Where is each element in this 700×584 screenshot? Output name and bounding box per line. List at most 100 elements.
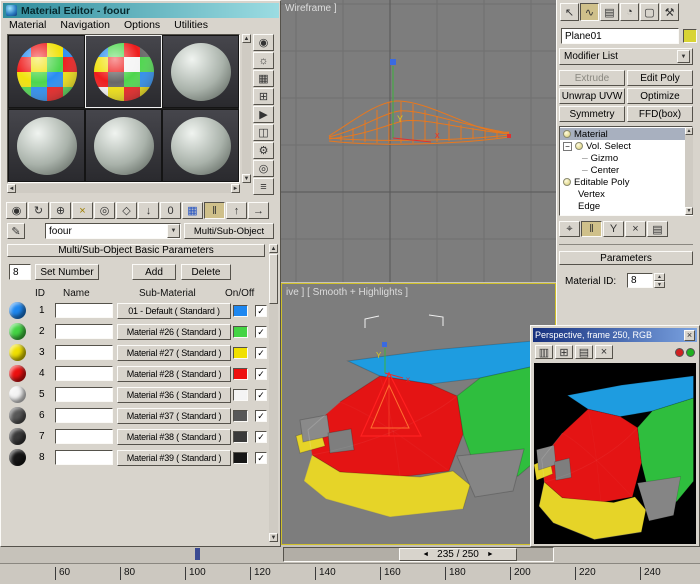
material-sphere-swatch[interactable]	[9, 323, 26, 340]
sample-slot-3[interactable]	[162, 35, 239, 108]
put-material-to-scene-icon[interactable]: ↻	[28, 202, 49, 219]
stack-item-edge[interactable]: Edge	[560, 200, 692, 212]
material-onoff-checkbox[interactable]: ✓	[255, 452, 267, 464]
sub-material-button[interactable]: Material #28 ( Standard )	[117, 366, 231, 382]
material-sphere-swatch[interactable]	[9, 386, 26, 403]
sub-material-button[interactable]: Material #38 ( Standard )	[117, 429, 231, 445]
material-color-swatch[interactable]	[233, 452, 248, 464]
material-color-swatch[interactable]	[233, 410, 248, 422]
stack-item-gizmo[interactable]: ─ Gizmo	[560, 152, 692, 164]
stack-item-material[interactable]: Material	[560, 128, 692, 140]
options-icon[interactable]: ⚙	[253, 142, 274, 159]
show-end-result-icon[interactable]: ‖	[581, 221, 602, 237]
sub-material-button[interactable]: Material #37 ( Standard )	[117, 408, 231, 424]
make-unique-icon[interactable]: Y	[603, 221, 624, 237]
material-id-field[interactable]: 8	[627, 273, 653, 288]
material-sphere-swatch[interactable]	[9, 407, 26, 424]
go-to-parent-icon[interactable]: ↑	[226, 202, 247, 219]
delete-button[interactable]: Delete	[181, 264, 231, 280]
material-name-input[interactable]	[55, 408, 113, 423]
material-sphere-swatch[interactable]	[9, 428, 26, 445]
modifier-button-extrude[interactable]: Extrude	[559, 70, 625, 86]
track-bar[interactable]: 60 80 100 120 140 160 180 200 220 240	[0, 563, 700, 584]
material-onoff-checkbox[interactable]: ✓	[255, 368, 267, 380]
material-onoff-checkbox[interactable]: ✓	[255, 347, 267, 359]
next-frame-icon[interactable]: ►	[487, 551, 494, 558]
assign-material-to-selection-icon[interactable]: ⊕	[50, 202, 71, 219]
backlight-icon[interactable]: ☼	[253, 52, 274, 69]
stack-item-vol-select[interactable]: − Vol. Select	[560, 140, 692, 152]
modifier-button-ffd-box[interactable]: FFD(box)	[627, 106, 693, 122]
scrollbar-thumb[interactable]	[269, 254, 278, 304]
bulb-icon[interactable]	[563, 130, 571, 138]
material-editor-titlebar[interactable]: Material Editor - foour	[3, 3, 279, 18]
remove-modifier-icon[interactable]: ×	[625, 221, 646, 237]
object-name-field[interactable]: Plane01	[561, 28, 679, 44]
configure-modifier-sets-icon[interactable]: ▤	[647, 221, 668, 237]
bulb-icon[interactable]	[575, 142, 583, 150]
slots-vertical-scrollbar[interactable]: ▲ ▼	[242, 34, 251, 183]
green-channel-icon[interactable]	[686, 347, 695, 357]
material-count-field[interactable]: 8	[9, 264, 31, 280]
timeline-key[interactable]	[195, 548, 200, 560]
material-onoff-checkbox[interactable]: ✓	[255, 326, 267, 338]
tab-create[interactable]: ↖	[560, 3, 579, 21]
material-color-swatch[interactable]	[233, 368, 248, 380]
material-name-input[interactable]	[55, 387, 113, 402]
sample-type-icon[interactable]: ◉	[253, 34, 274, 51]
scroll-left-icon[interactable]: ◄	[7, 184, 16, 193]
scroll-down-icon[interactable]: ▼	[269, 533, 278, 542]
material-name-input[interactable]	[55, 324, 113, 339]
material-name-input[interactable]	[55, 366, 113, 381]
material-onoff-checkbox[interactable]: ✓	[255, 305, 267, 317]
save-image-icon[interactable]: ▥	[535, 345, 553, 359]
show-map-in-viewport-icon[interactable]: ▦	[182, 202, 203, 219]
render-window-titlebar[interactable]: Perspective, frame 250, RGB ×	[533, 328, 697, 342]
stack-item-center[interactable]: ─ Center	[560, 164, 692, 176]
menu-options[interactable]: Options	[124, 19, 160, 31]
sub-material-button[interactable]: Material #26 ( Standard )	[117, 324, 231, 340]
stack-item-vertex[interactable]: Vertex	[560, 188, 692, 200]
put-to-library-icon[interactable]: ↓	[138, 202, 159, 219]
sub-material-button[interactable]: Material #36 ( Standard )	[117, 387, 231, 403]
modifier-button-edit-poly[interactable]: Edit Poly	[627, 70, 693, 86]
scroll-up-icon[interactable]: ▲	[269, 244, 278, 253]
material-sphere-swatch[interactable]	[9, 302, 26, 319]
tab-display[interactable]: ▢	[640, 3, 659, 21]
modifier-button-optimize[interactable]: Optimize	[627, 88, 693, 104]
material-name-input[interactable]	[55, 303, 113, 318]
pick-material-eyedropper-icon[interactable]: ✎	[7, 223, 25, 239]
make-preview-icon[interactable]: ◫	[253, 124, 274, 141]
parameters-rollout-header[interactable]: Parameters	[559, 251, 693, 265]
modifier-button-unwrap-uvw[interactable]: Unwrap UVW	[559, 88, 625, 104]
pin-stack-icon[interactable]: ⌖	[559, 221, 580, 237]
tab-utilities[interactable]: ⚒	[660, 3, 679, 21]
scroll-down-icon[interactable]: ▼	[685, 207, 693, 215]
print-image-icon[interactable]: ▤	[575, 345, 593, 359]
stack-scrollbar[interactable]: ▲ ▼	[685, 127, 693, 215]
material-color-swatch[interactable]	[233, 389, 248, 401]
close-icon[interactable]: ×	[684, 329, 695, 341]
material-sphere-swatch[interactable]	[9, 365, 26, 382]
sub-material-button[interactable]: Material #39 ( Standard )	[117, 450, 231, 466]
red-channel-icon[interactable]	[675, 347, 684, 357]
prev-frame-icon[interactable]: ◄	[422, 551, 429, 558]
make-unique-icon[interactable]: ◇	[116, 202, 137, 219]
dropdown-arrow-icon[interactable]: ▼	[167, 224, 180, 238]
rollout-scrollbar[interactable]: ▲ ▼	[269, 244, 278, 542]
reset-map-icon[interactable]: ×	[72, 202, 93, 219]
viewport-perspective[interactable]: x Y ive ] [ Smooth + Highlights ]	[281, 283, 556, 545]
set-number-button[interactable]: Set Number	[35, 264, 99, 280]
material-name-input[interactable]	[55, 429, 113, 444]
show-end-result-icon[interactable]: ‖	[204, 202, 225, 219]
tab-modify[interactable]: ∿	[580, 3, 599, 21]
time-slider-track[interactable]: ◄ 235 / 250 ►	[283, 547, 554, 562]
modifier-button-symmetry[interactable]: Symmetry	[559, 106, 625, 122]
scroll-up-icon[interactable]: ▲	[242, 34, 251, 43]
background-icon[interactable]: ▦	[253, 70, 274, 87]
bulb-icon[interactable]	[563, 178, 571, 186]
get-material-icon[interactable]: ◉	[6, 202, 27, 219]
dropdown-arrow-icon[interactable]: ▼	[677, 50, 690, 63]
modifier-list-dropdown[interactable]: Modifier List ▼	[559, 48, 693, 65]
menu-navigation[interactable]: Navigation	[60, 19, 110, 31]
